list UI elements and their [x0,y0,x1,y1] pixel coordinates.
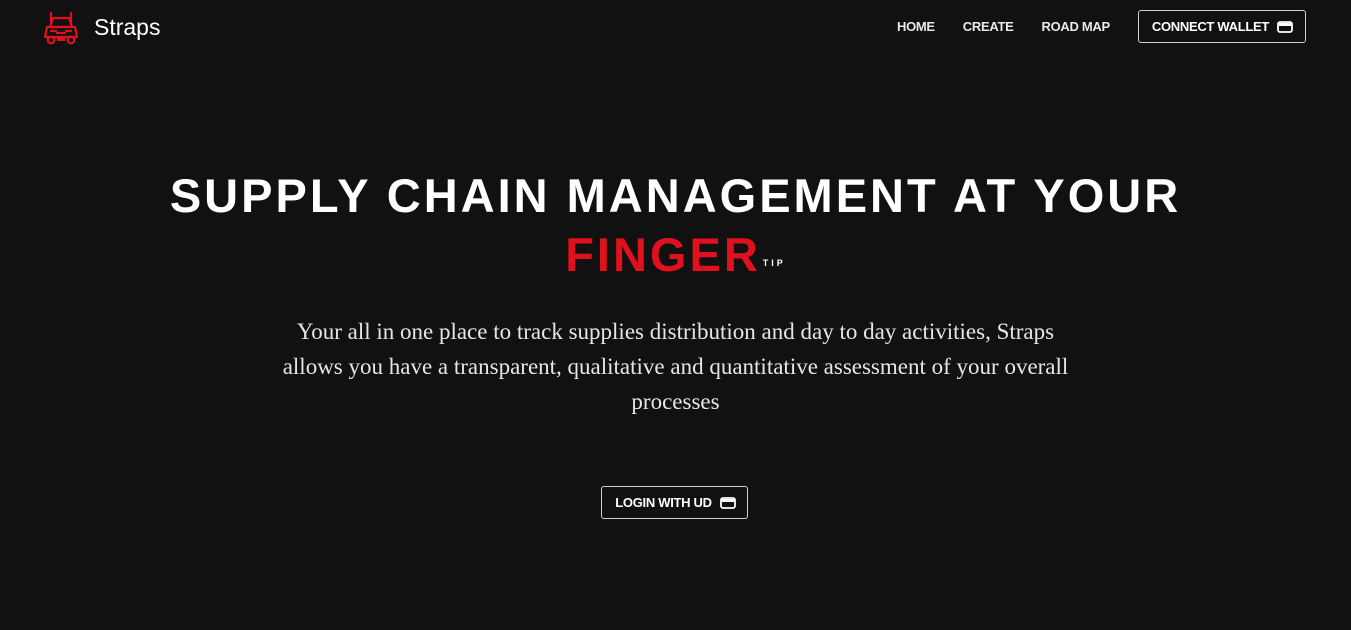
hero-title-superscript: TIP [762,258,786,268]
nav-link-home[interactable]: HOME [897,19,935,34]
truck-icon [42,9,80,45]
nav-links: HOME CREATE ROAD MAP CONNECT WALLET [897,10,1306,43]
navbar: Straps HOME CREATE ROAD MAP CONNECT WALL… [0,0,1351,54]
hero-title-accent: FINGER [565,228,761,281]
nav-link-road-map[interactable]: ROAD MAP [1041,19,1110,34]
wallet-icon [719,496,736,509]
brand-link[interactable]: Straps [42,9,160,45]
connect-wallet-label: CONNECT WALLET [1151,19,1269,34]
hero-title: SUPPLY CHAIN MANAGEMENT AT YOUR FINGER TI… [0,166,1351,284]
hero-title-line: SUPPLY CHAIN MANAGEMENT AT YOUR [169,169,1182,222]
hero-description: Your all in one place to track supplies … [282,319,1069,414]
wallet-icon [1277,20,1293,33]
nav-link-create[interactable]: CREATE [963,19,1014,34]
brand-name: Straps [94,13,161,40]
connect-wallet-button[interactable]: CONNECT WALLET [1137,10,1306,43]
page: Straps HOME CREATE ROAD MAP CONNECT WALL… [0,0,1351,630]
login-button-container: LOGIN WITH UD [0,486,1351,519]
login-with-ud-button[interactable]: LOGIN WITH UD [601,486,748,519]
login-button-label: LOGIN WITH UD [615,495,712,510]
